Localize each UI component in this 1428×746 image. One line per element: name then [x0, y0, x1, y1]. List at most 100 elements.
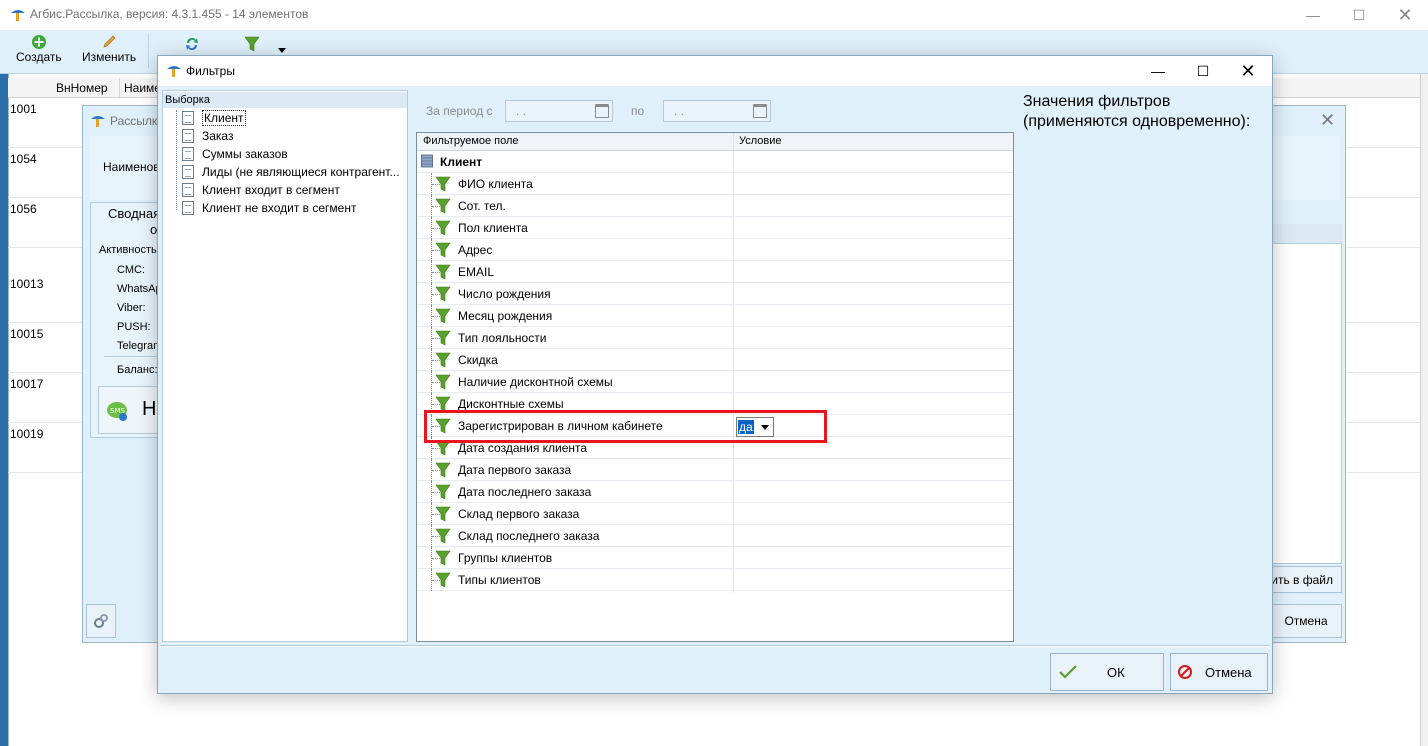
refresh-icon[interactable]: [184, 36, 200, 52]
filter-field-label: Дата первого заказа: [458, 463, 572, 477]
cancel-button[interactable]: Отмена: [1170, 653, 1268, 691]
cancel-icon: [1178, 665, 1192, 679]
edit-label: Изменить: [82, 50, 137, 64]
funnel-icon: [435, 462, 451, 478]
cell-number: 10017: [10, 377, 44, 391]
filter-icon[interactable]: [244, 36, 260, 52]
filter-field-row[interactable]: Дата первого заказа: [417, 459, 1013, 481]
filter-field-row[interactable]: Сот. тел.: [417, 195, 1013, 217]
save-to-file-button[interactable]: ить в файл: [1266, 566, 1342, 593]
funnel-icon: [435, 176, 451, 192]
mailing-cancel-button[interactable]: Отмена: [1270, 604, 1342, 638]
filter-field-label: Дата последнего заказа: [458, 485, 592, 499]
filter-grid-header: Фильтруемое поле Условие: [417, 133, 1013, 151]
tree-item-label: Суммы заказов: [202, 147, 288, 161]
calendar-icon[interactable]: [595, 104, 609, 118]
mailing-right-list: [1272, 224, 1342, 564]
filter-field-label: Месяц рождения: [458, 309, 553, 323]
filter-field-label: ФИО клиента: [458, 177, 533, 191]
sms-icon: SMS: [107, 402, 127, 421]
tree-item-not-in-segment[interactable]: Клиент не входит в сегмент: [170, 199, 356, 217]
ok-button[interactable]: ОК: [1050, 653, 1164, 691]
filter-field-row[interactable]: Число рождения: [417, 283, 1013, 305]
filter-field-row[interactable]: Группы клиентов: [417, 547, 1013, 569]
tree-item-in-segment[interactable]: Клиент входит в сегмент: [170, 181, 340, 199]
tree-item-client[interactable]: Клиент: [170, 109, 246, 127]
chevron-down-icon[interactable]: [761, 425, 769, 430]
period-to-input[interactable]: . .: [663, 100, 771, 122]
filters-maximize-button[interactable]: ☐: [1180, 56, 1226, 86]
edit-button[interactable]: Изменить: [82, 34, 136, 64]
funnel-icon: [435, 220, 451, 236]
funnel-icon: [435, 286, 451, 302]
filter-field-label: Дата создания клиента: [458, 441, 588, 455]
cell-number: 1056: [10, 202, 37, 216]
filter-field-row[interactable]: Склад первого заказа: [417, 503, 1013, 525]
app-title: Агбис.Рассылка, версия: 4.3.1.455 - 14 э…: [30, 7, 309, 21]
filter-field-row[interactable]: Дата последнего заказа: [417, 481, 1013, 503]
filter-field-label: Адрес: [458, 243, 493, 257]
funnel-icon: [435, 242, 451, 258]
column-header-condition[interactable]: Условие: [739, 135, 782, 147]
filter-field-label: Сот. тел.: [458, 199, 506, 213]
gears-icon: [94, 614, 108, 628]
period-to-value: . .: [674, 104, 685, 118]
cell-number: 10019: [10, 427, 44, 441]
filter-group-label: Клиент: [440, 155, 483, 169]
activity-label: Активность: [99, 244, 157, 256]
funnel-icon: [435, 352, 451, 368]
toolbar-separator: [148, 34, 149, 68]
funnel-icon: [435, 572, 451, 588]
condition-select-value: да: [738, 420, 754, 434]
filter-field-row[interactable]: Месяц рождения: [417, 305, 1013, 327]
filter-field-row[interactable]: Скидка: [417, 349, 1013, 371]
filters-dialog-logo-icon: [167, 66, 181, 77]
column-header-field[interactable]: Фильтруемое поле: [423, 135, 519, 147]
create-button[interactable]: Создать: [16, 34, 62, 64]
column-header-number[interactable]: ВнНомер: [52, 78, 120, 98]
ok-label: ОК: [1107, 664, 1125, 680]
minimize-button[interactable]: —: [1290, 0, 1336, 30]
filter-values-title: Значения фильтров (применяются одновреме…: [1023, 93, 1251, 130]
desktop-strip: [0, 74, 8, 746]
funnel-icon: [435, 506, 451, 522]
maximize-button[interactable]: ☐: [1336, 0, 1382, 30]
filter-field-row[interactable]: EMAIL: [417, 261, 1013, 283]
close-button[interactable]: ✕: [1382, 0, 1428, 30]
filter-field-row[interactable]: ФИО клиента: [417, 173, 1013, 195]
filter-field-row[interactable]: Адрес: [417, 239, 1013, 261]
filter-field-row[interactable]: Пол клиента: [417, 217, 1013, 239]
add-icon: [31, 35, 46, 49]
funnel-icon: [435, 374, 451, 390]
period-from-label: За период с: [426, 104, 493, 118]
filter-field-row[interactable]: Склад последнего заказа: [417, 525, 1013, 547]
settings-button[interactable]: [86, 604, 116, 638]
calendar-icon[interactable]: [753, 104, 767, 118]
mailing-dialog-close-button[interactable]: ✕: [1320, 110, 1335, 131]
filter-field-label: Склад последнего заказа: [458, 529, 600, 543]
channel-sms-label: СМС:: [117, 264, 145, 276]
filter-group-client[interactable]: Клиент: [417, 151, 1013, 173]
vertical-scrollbar[interactable]: [1420, 74, 1428, 746]
balance-label: Баланс:: [117, 364, 158, 376]
funnel-icon: [435, 484, 451, 500]
filters-close-button[interactable]: ✕: [1225, 56, 1271, 86]
filter-field-label: Тип лояльности: [458, 331, 547, 345]
period-from-input[interactable]: . .: [505, 100, 613, 122]
condition-select[interactable]: да: [736, 417, 774, 437]
name-label: Наименов: [103, 160, 160, 174]
mailing-right-list-header: [1272, 224, 1342, 244]
filter-field-label: Пол клиента: [458, 221, 528, 235]
period-to-label: по: [631, 104, 645, 118]
tree-item-order[interactable]: Заказ: [170, 127, 233, 145]
filter-field-row[interactable]: Типы клиентов: [417, 569, 1013, 591]
tree-item-label: Заказ: [202, 129, 234, 143]
document-icon: [182, 183, 194, 197]
filter-field-row[interactable]: Наличие дисконтной схемы: [417, 371, 1013, 393]
filters-minimize-button[interactable]: —: [1135, 56, 1181, 86]
filter-dropdown-icon[interactable]: [278, 48, 286, 53]
funnel-icon: [435, 264, 451, 280]
filter-field-row[interactable]: Тип лояльности: [417, 327, 1013, 349]
tree-item-order-sums[interactable]: Суммы заказов: [170, 145, 288, 163]
tree-item-leads[interactable]: Лиды (не являющиеся контрагент...: [170, 163, 399, 181]
